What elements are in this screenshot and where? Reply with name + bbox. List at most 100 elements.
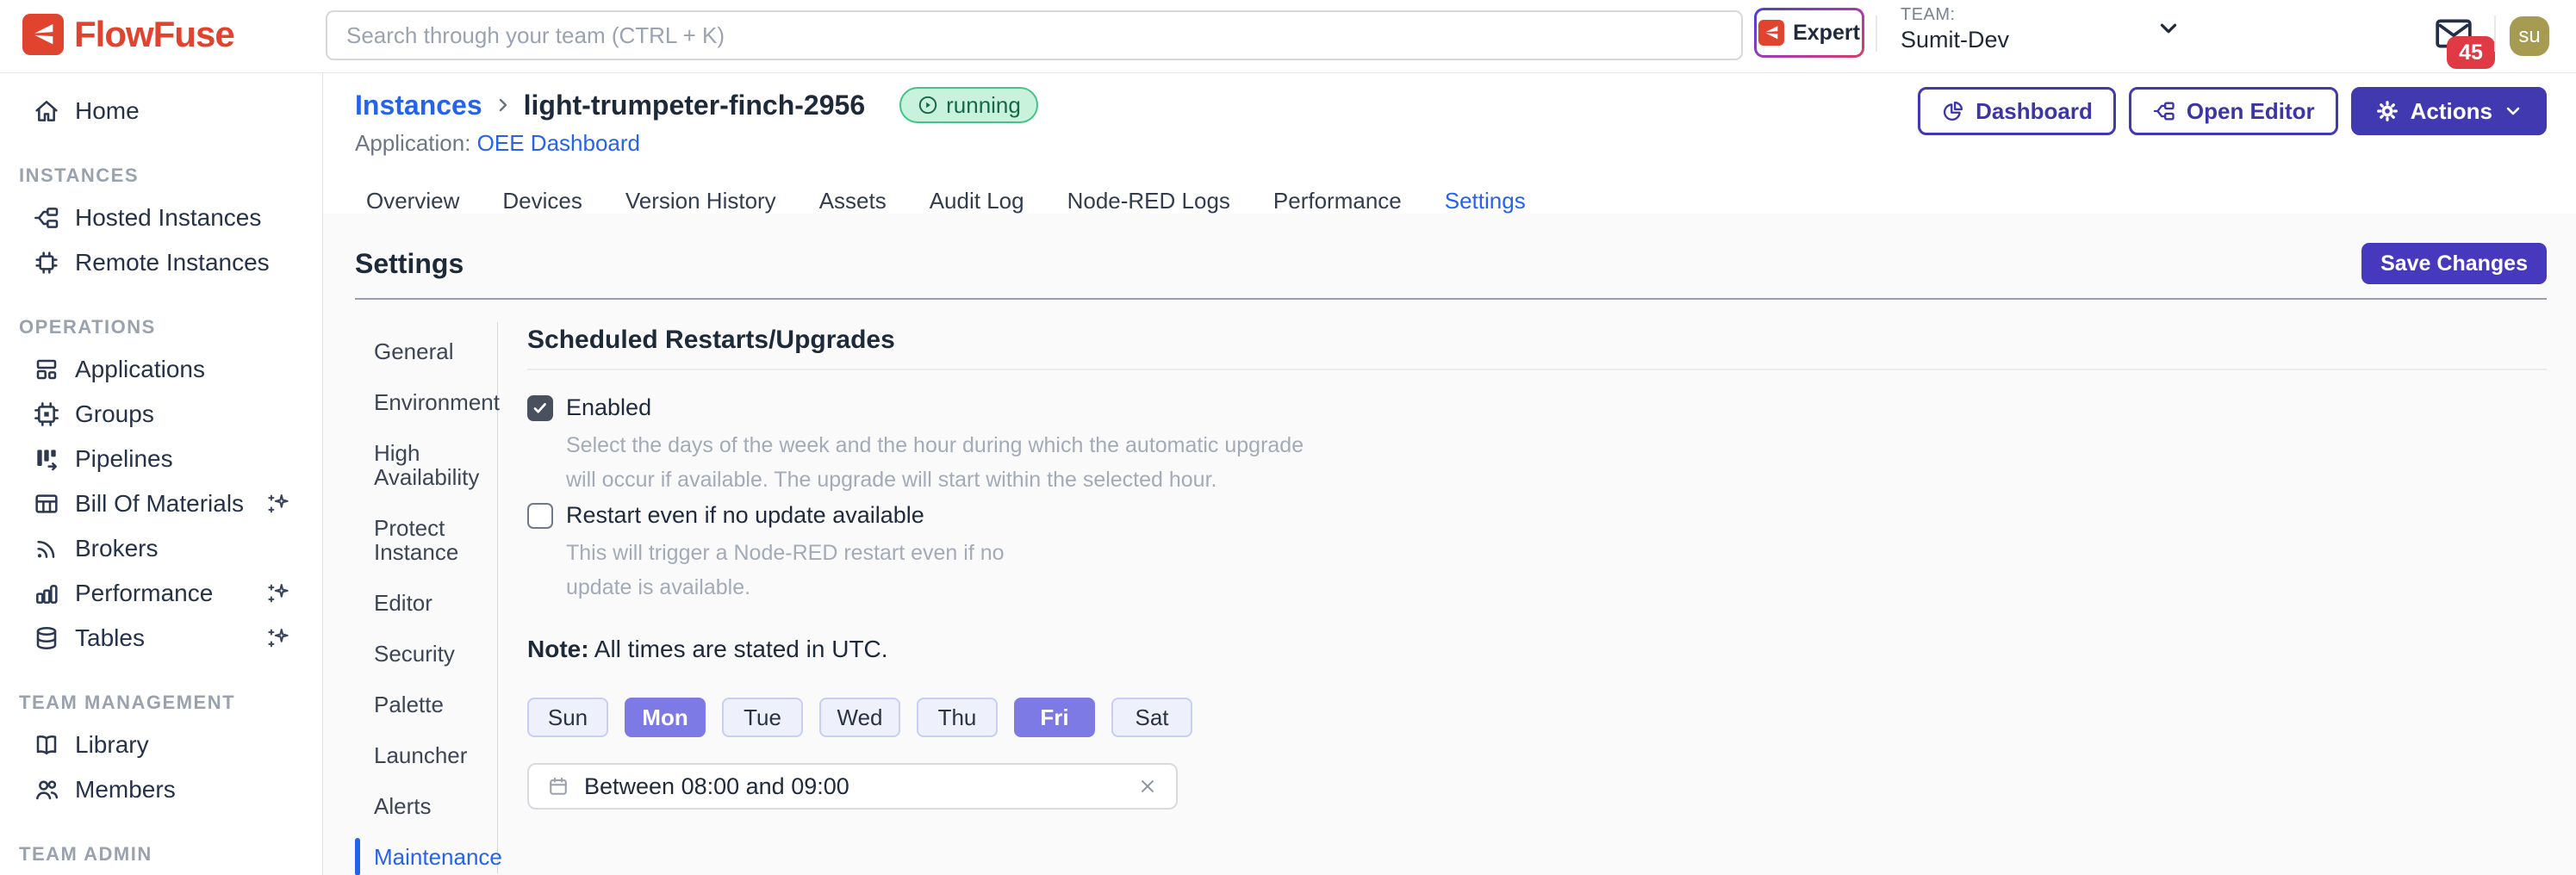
sidebar-section-team-admin: TEAM ADMIN <box>0 843 322 866</box>
time-window-value: Between 08:00 and 09:00 <box>584 773 1136 800</box>
sidebar-item-label: Applications <box>75 356 291 383</box>
expert-flowfuse-icon <box>1758 20 1784 46</box>
restart-checkbox[interactable] <box>527 503 553 529</box>
expert-button[interactable]: Expert <box>1754 8 1864 58</box>
sidebar-item-groups[interactable]: Groups <box>0 392 322 437</box>
settings-nav-high-availability[interactable]: High Availability <box>355 432 493 498</box>
sidebar-item-brokers[interactable]: Brokers <box>0 526 322 571</box>
avatar[interactable]: su <box>2510 16 2549 56</box>
tables-icon <box>33 624 60 652</box>
sidebar-item-performance[interactable]: Performance <box>0 571 322 616</box>
enabled-label: Enabled <box>566 394 651 421</box>
status-label: running <box>946 92 1021 119</box>
maintenance-panel: Scheduled Restarts/Upgrades Enabled Sele… <box>527 322 2547 873</box>
settings-nav-general[interactable]: General <box>355 331 497 372</box>
members-icon <box>33 776 60 804</box>
expert-label: Expert <box>1793 21 1860 46</box>
sidebar-item-label: Groups <box>75 400 291 428</box>
enabled-checkbox[interactable] <box>527 395 553 421</box>
home-icon <box>33 97 60 125</box>
settings-nav-protect-instance[interactable]: Protect Instance <box>355 507 493 573</box>
brand-name: FlowFuse <box>74 14 234 55</box>
calendar-icon <box>546 774 570 798</box>
sidebar-item-bill-of-materials[interactable]: Bill Of Materials <box>0 481 322 526</box>
sidebar-item-members[interactable]: Members <box>0 767 322 812</box>
day-button-tue[interactable]: Tue <box>722 698 803 737</box>
team-label: TEAM: <box>1901 5 2009 25</box>
flowfuse-logo[interactable]: FlowFuse <box>22 14 234 55</box>
day-button-fri[interactable]: Fri <box>1014 698 1095 737</box>
settings-nav-launcher[interactable]: Launcher <box>355 735 497 776</box>
day-picker: Sun Mon Tue Wed Thu Fri Sat <box>527 698 2547 737</box>
breadcrumb-instances-link[interactable]: Instances <box>355 90 482 121</box>
panel-divider <box>527 369 2547 370</box>
sparkles-icon <box>265 625 291 651</box>
pie-chart-icon <box>1941 99 1965 123</box>
team-selector[interactable]: TEAM: Sumit-Dev <box>1901 5 2009 53</box>
sidebar-item-applications[interactable]: Applications <box>0 347 322 392</box>
header-actions: Dashboard Open Editor <box>1918 87 2547 135</box>
bill-of-materials-icon <box>33 490 60 518</box>
sidebar: Home INSTANCES Hosted Instances Remote I… <box>0 73 323 875</box>
remote-instances-icon <box>33 249 60 276</box>
chevron-down-icon[interactable] <box>2156 16 2181 41</box>
team-name: Sumit-Dev <box>1901 27 2009 53</box>
editor-nodes-icon <box>2152 99 2176 123</box>
clear-time-icon[interactable] <box>1136 775 1159 797</box>
sparkles-icon <box>265 580 291 606</box>
sidebar-item-label: Home <box>75 97 291 125</box>
sidebar-item-pipelines[interactable]: Pipelines <box>0 437 322 481</box>
save-changes-button[interactable]: Save Changes <box>2361 243 2547 284</box>
sidebar-item-label: Brokers <box>75 535 291 562</box>
settings-nav-alerts[interactable]: Alerts <box>355 785 497 827</box>
actions-button[interactable]: Actions <box>2351 87 2547 135</box>
restart-label: Restart even if no update available <box>566 502 924 529</box>
topbar-divider <box>2494 16 2496 52</box>
dashboard-button-label: Dashboard <box>1976 98 2093 125</box>
settings-nav: General Environment High Availability Pr… <box>355 322 498 873</box>
day-button-sat[interactable]: Sat <box>1111 698 1192 737</box>
search-input[interactable] <box>326 10 1743 60</box>
settings-nav-palette[interactable]: Palette <box>355 684 497 725</box>
day-button-wed[interactable]: Wed <box>819 698 900 737</box>
application-link[interactable]: OEE Dashboard <box>477 130 640 156</box>
topbar-divider <box>1876 16 1877 52</box>
settings-nav-environment[interactable]: Environment <box>355 382 497 423</box>
settings-nav-maintenance[interactable]: Maintenance <box>355 836 497 875</box>
settings-content: Settings Save Changes General Environmen… <box>323 214 2576 875</box>
settings-nav-security[interactable]: Security <box>355 633 497 674</box>
library-icon <box>33 731 60 759</box>
day-button-mon[interactable]: Mon <box>625 698 706 737</box>
main-area: Instances light-trumpeter-finch-2956 run… <box>323 73 2576 875</box>
groups-icon <box>33 400 60 428</box>
sidebar-item-label: Hosted Instances <box>75 204 291 232</box>
sidebar-item-remote-instances[interactable]: Remote Instances <box>0 240 322 285</box>
sidebar-item-hosted-instances[interactable]: Hosted Instances <box>0 195 322 240</box>
sidebar-item-label: Bill Of Materials <box>75 490 265 518</box>
sidebar-section-team-management: TEAM MANAGEMENT <box>0 692 322 714</box>
open-editor-button-label: Open Editor <box>2187 98 2315 125</box>
open-editor-button[interactable]: Open Editor <box>2129 87 2338 135</box>
status-badge: running <box>899 87 1038 123</box>
settings-divider <box>355 298 2547 300</box>
dashboard-button[interactable]: Dashboard <box>1918 87 2116 135</box>
time-window-field[interactable]: Between 08:00 and 09:00 <box>527 763 1178 810</box>
sidebar-item-library[interactable]: Library <box>0 723 322 767</box>
settings-nav-editor[interactable]: Editor <box>355 582 497 624</box>
sidebar-item-home[interactable]: Home <box>0 89 322 133</box>
day-button-sun[interactable]: Sun <box>527 698 608 737</box>
actions-button-label: Actions <box>2411 98 2492 125</box>
utc-note: Note: All times are stated in UTC. <box>527 636 2547 663</box>
applications-icon <box>33 356 60 383</box>
day-button-thu[interactable]: Thu <box>917 698 998 737</box>
application-label: Application: <box>355 130 470 156</box>
sidebar-item-tables[interactable]: Tables <box>0 616 322 661</box>
topbar: FlowFuse Expert TEAM: Sumit-Dev 45 <box>0 0 2576 73</box>
sidebar-item-label: Tables <box>75 624 265 652</box>
chevron-down-icon <box>2503 101 2523 121</box>
instance-name: light-trumpeter-finch-2956 <box>524 90 865 121</box>
sidebar-section-operations: OPERATIONS <box>0 316 322 338</box>
sidebar-item-label: Library <box>75 731 291 759</box>
page: FlowFuse Expert TEAM: Sumit-Dev 45 <box>0 0 2576 875</box>
sidebar-item-label: Performance <box>75 580 265 607</box>
